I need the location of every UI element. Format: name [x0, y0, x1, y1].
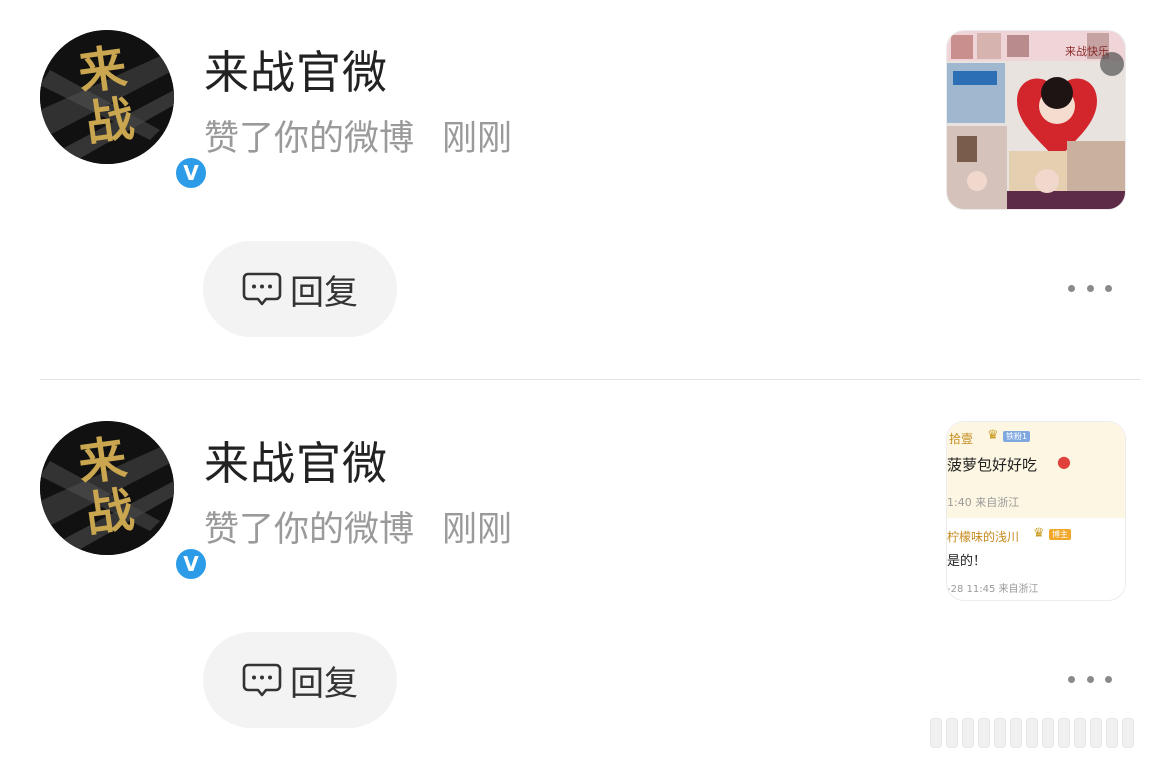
avatar-artwork: 来战: [40, 421, 174, 555]
watermark-glyph: [1090, 718, 1102, 748]
collage-caption: 来战快乐: [1065, 45, 1109, 58]
more-horizontal-icon: [1068, 675, 1075, 683]
divider: [40, 379, 1140, 380]
action-text: 赞了你的微博: [204, 119, 415, 159]
action-line: 赞了你的微博 刚刚: [204, 110, 512, 161]
notification-item[interactable]: 来战 V 来战官微 赞了你的微博 刚刚 来战快乐 回复: [0, 0, 1168, 380]
reply-button[interactable]: 回复: [203, 632, 397, 728]
watermark-glyph: [946, 718, 958, 748]
author-badge: 博主: [1049, 529, 1071, 540]
watermark-glyph: [1058, 718, 1070, 748]
comment-bubble-icon: [242, 272, 282, 306]
watermark-strip: [930, 718, 1156, 748]
watermark-glyph: [994, 718, 1006, 748]
emoji-icon: ●: [1057, 452, 1071, 471]
watermark-glyph: [1042, 718, 1054, 748]
fan-badge: 铁粉1: [1003, 431, 1031, 442]
comment-meta: -28 11:45 来自浙江: [947, 584, 1039, 595]
watermark-glyph: [1122, 718, 1134, 748]
post-thumbnail[interactable]: 拾壹 ♛ 铁粉1 菠萝包好好吃 ● 1:40 来自浙江 柠檬味的浅川 ♛ 博主 …: [946, 421, 1126, 601]
watermark-glyph: [1106, 718, 1118, 748]
username[interactable]: 来战官微: [204, 36, 388, 101]
more-options-button[interactable]: [1068, 276, 1112, 300]
notification-item[interactable]: 来战 V 来战官微 赞了你的微博 刚刚 拾壹 ♛ 铁粉1 菠萝包好好吃 ● 1:4…: [0, 391, 1168, 771]
more-horizontal-icon: [1086, 284, 1094, 292]
crown-icon: ♛: [987, 428, 999, 443]
username[interactable]: 来战官微: [204, 427, 388, 492]
more-horizontal-icon: [1086, 675, 1094, 683]
comment-meta: 1:40 来自浙江: [947, 496, 1020, 509]
comment-username: 柠檬味的浅川: [947, 530, 1020, 544]
timestamp: 刚刚: [442, 510, 513, 550]
comment-username: 拾壹: [949, 432, 974, 446]
comment-text: 菠萝包好好吃: [947, 456, 1038, 474]
reply-button[interactable]: 回复: [203, 241, 397, 337]
reply-label: 回复: [290, 272, 358, 313]
more-horizontal-icon: [1068, 284, 1075, 292]
action-text: 赞了你的微博: [204, 510, 415, 550]
avatar[interactable]: 来战 V: [40, 421, 210, 583]
comment-text: 是的！: [947, 554, 987, 569]
avatar[interactable]: 来战 V: [40, 30, 210, 192]
watermark-glyph: [930, 718, 942, 748]
watermark-glyph: [1010, 718, 1022, 748]
more-horizontal-icon: [1105, 675, 1112, 683]
avatar-artwork: 来战: [40, 30, 174, 164]
timestamp: 刚刚: [442, 119, 513, 159]
action-line: 赞了你的微博 刚刚: [204, 501, 512, 552]
comment-bubble-icon: [242, 663, 282, 697]
watermark-glyph: [1074, 718, 1086, 748]
more-options-button[interactable]: [1068, 667, 1112, 691]
reply-label: 回复: [290, 663, 358, 704]
crown-icon: ♛: [1033, 526, 1045, 541]
watermark-glyph: [1026, 718, 1038, 748]
post-thumbnail[interactable]: 来战快乐: [946, 30, 1126, 210]
watermark-glyph: [962, 718, 974, 748]
watermark-glyph: [978, 718, 990, 748]
more-horizontal-icon: [1105, 284, 1112, 292]
